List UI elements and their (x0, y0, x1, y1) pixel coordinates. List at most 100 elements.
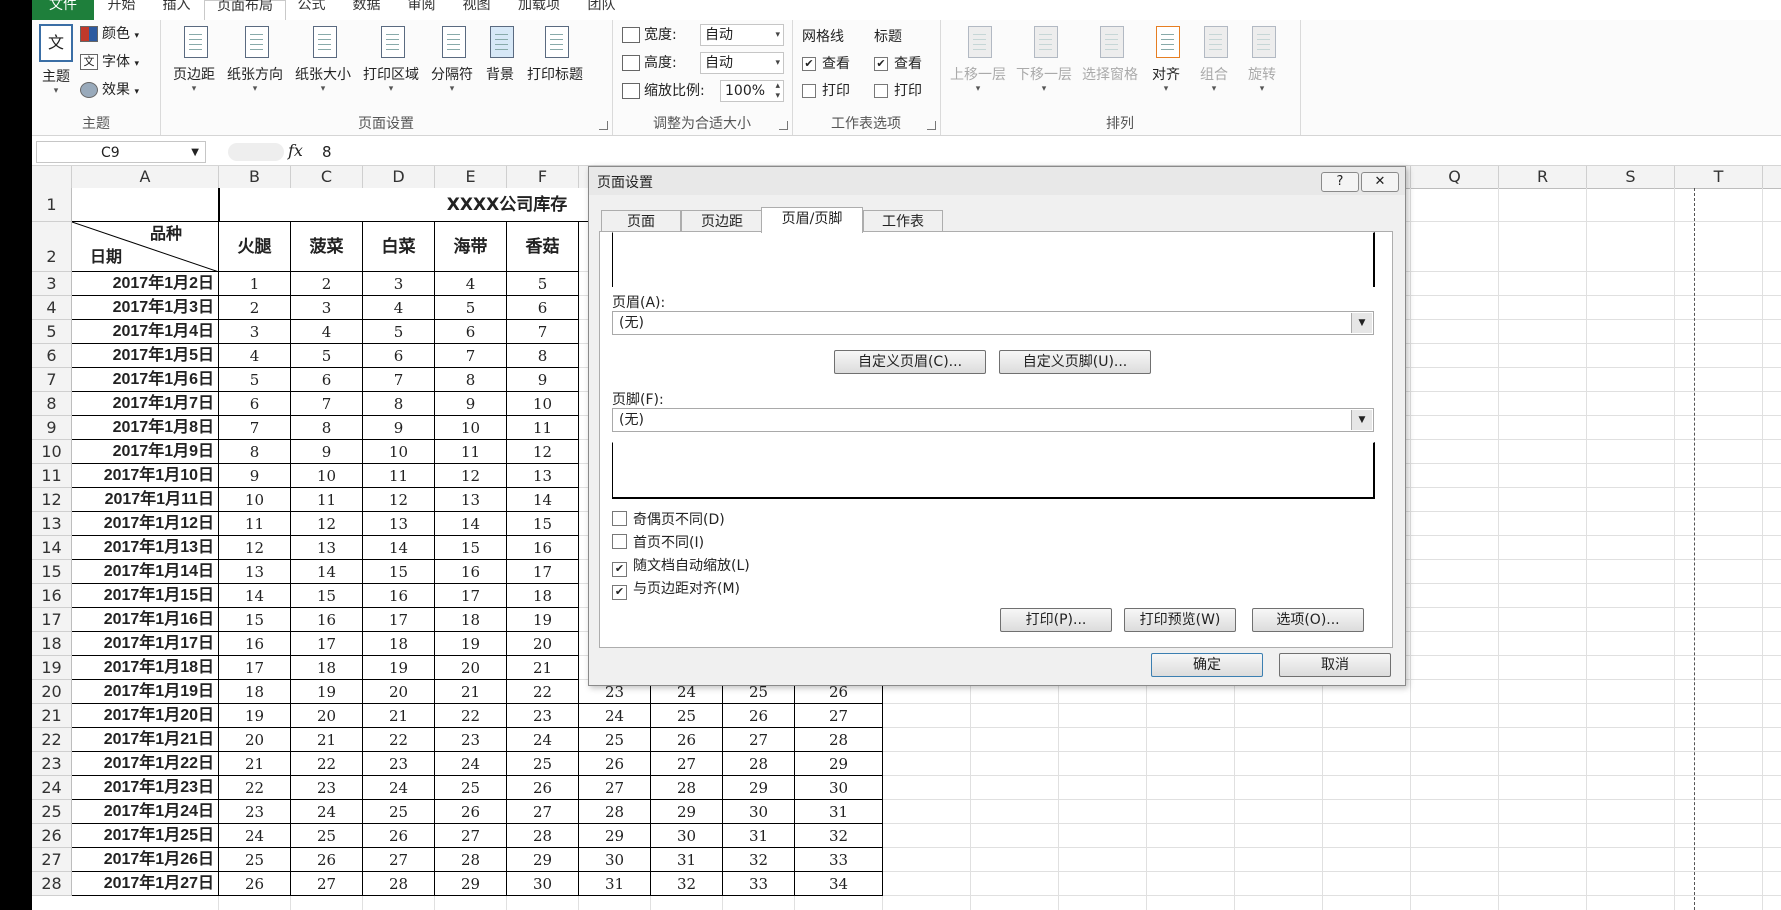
value-cell[interactable]: 25 (507, 752, 579, 776)
date-cell[interactable]: 2017年1月21日 (72, 728, 219, 752)
value-cell[interactable]: 17 (363, 608, 435, 632)
value-cell[interactable]: 33 (723, 872, 795, 896)
value-cell[interactable]: 8 (435, 368, 507, 392)
value-cell[interactable]: 27 (507, 800, 579, 824)
scale-with-doc-checkbox[interactable]: ✔ 随文档自动缩放(L) (612, 557, 750, 577)
value-cell[interactable]: 25 (651, 704, 723, 728)
tab-insert[interactable]: 插入 (149, 0, 204, 20)
value-cell[interactable]: 31 (651, 848, 723, 872)
name-box[interactable]: C9 ▼ (36, 141, 206, 163)
print-area-button[interactable]: 打印区域 ▾ (358, 24, 424, 94)
date-cell[interactable]: 2017年1月14日 (72, 560, 219, 584)
tab-team[interactable]: 团队 (574, 0, 629, 20)
value-cell[interactable]: 29 (579, 824, 651, 848)
value-cell[interactable]: 19 (219, 704, 291, 728)
value-cell[interactable]: 23 (363, 752, 435, 776)
value-cell[interactable]: 20 (291, 704, 363, 728)
headings-print-checkbox[interactable]: 打印 (874, 80, 922, 102)
date-cell[interactable]: 2017年1月7日 (72, 392, 219, 416)
date-cell[interactable]: 2017年1月27日 (72, 872, 219, 896)
value-cell[interactable]: 17 (219, 656, 291, 680)
value-cell[interactable]: 28 (579, 800, 651, 824)
value-cell[interactable]: 5 (435, 296, 507, 320)
row-header[interactable]: 17 (32, 608, 72, 632)
row-header[interactable]: 11 (32, 464, 72, 488)
value-cell[interactable]: 31 (579, 872, 651, 896)
value-cell[interactable]: 22 (507, 680, 579, 704)
cell[interactable] (72, 188, 219, 222)
value-cell[interactable]: 27 (291, 872, 363, 896)
value-cell[interactable]: 2 (291, 272, 363, 296)
column-header-D[interactable]: D (363, 166, 435, 188)
value-cell[interactable]: 7 (291, 392, 363, 416)
value-cell[interactable]: 22 (291, 752, 363, 776)
select-all-corner[interactable] (32, 166, 72, 188)
value-cell[interactable]: 3 (291, 296, 363, 320)
selection-pane-button[interactable]: 选择窗格 (1078, 24, 1142, 84)
themes-button[interactable]: 文 主题 ▾ (36, 24, 76, 96)
value-cell[interactable]: 18 (363, 632, 435, 656)
cancel-button[interactable]: 取消 (1279, 653, 1391, 677)
value-cell[interactable]: 13 (291, 536, 363, 560)
row-header[interactable]: 13 (32, 512, 72, 536)
value-cell[interactable]: 29 (651, 800, 723, 824)
value-cell[interactable]: 9 (435, 392, 507, 416)
value-cell[interactable]: 12 (507, 440, 579, 464)
date-cell[interactable]: 2017年1月6日 (72, 368, 219, 392)
value-cell[interactable]: 17 (507, 560, 579, 584)
value-cell[interactable]: 29 (795, 752, 883, 776)
rotate-button[interactable]: 旋转 ▾ (1240, 24, 1284, 94)
odd-even-checkbox[interactable]: 奇偶页不同(D) (612, 511, 725, 529)
page-setup-launcher-icon[interactable] (599, 121, 608, 130)
date-cell[interactable]: 2017年1月13日 (72, 536, 219, 560)
size-button[interactable]: 纸张大小 ▾ (290, 24, 356, 94)
value-cell[interactable]: 16 (435, 560, 507, 584)
value-cell[interactable]: 22 (435, 704, 507, 728)
value-cell[interactable]: 22 (219, 776, 291, 800)
corner-cell[interactable]: 品种 日期 (72, 222, 219, 272)
print-titles-button[interactable]: 打印标题 (522, 24, 588, 84)
value-cell[interactable]: 16 (507, 536, 579, 560)
row-header[interactable]: 26 (32, 824, 72, 848)
value-cell[interactable]: 24 (579, 704, 651, 728)
value-cell[interactable]: 10 (435, 416, 507, 440)
row-header[interactable]: 23 (32, 752, 72, 776)
value-cell[interactable]: 25 (363, 800, 435, 824)
value-cell[interactable]: 11 (435, 440, 507, 464)
options-button[interactable]: 选项(O)... (1252, 608, 1364, 632)
column-header-F[interactable]: F (507, 166, 579, 188)
row-header[interactable]: 5 (32, 320, 72, 344)
date-cell[interactable]: 2017年1月22日 (72, 752, 219, 776)
value-cell[interactable]: 25 (435, 776, 507, 800)
value-cell[interactable]: 15 (363, 560, 435, 584)
row-header[interactable]: 1 (32, 188, 72, 222)
value-cell[interactable]: 4 (363, 296, 435, 320)
date-cell[interactable]: 2017年1月9日 (72, 440, 219, 464)
value-cell[interactable]: 24 (435, 752, 507, 776)
value-cell[interactable]: 30 (795, 776, 883, 800)
value-cell[interactable]: 27 (579, 776, 651, 800)
value-cell[interactable]: 3 (219, 320, 291, 344)
value-cell[interactable]: 25 (291, 824, 363, 848)
value-cell[interactable]: 11 (507, 416, 579, 440)
row-header[interactable]: 25 (32, 800, 72, 824)
value-cell[interactable]: 31 (795, 800, 883, 824)
align-button[interactable]: 对齐 ▾ (1144, 24, 1188, 94)
value-cell[interactable]: 20 (507, 632, 579, 656)
width-combo[interactable]: 自动 ▾ (700, 24, 784, 46)
value-cell[interactable]: 18 (435, 608, 507, 632)
value-cell[interactable]: 19 (435, 632, 507, 656)
row-header[interactable]: 18 (32, 632, 72, 656)
value-cell[interactable]: 31 (723, 824, 795, 848)
value-cell[interactable]: 29 (435, 872, 507, 896)
value-cell[interactable]: 28 (435, 848, 507, 872)
value-cell[interactable]: 14 (363, 536, 435, 560)
value-cell[interactable]: 7 (507, 320, 579, 344)
close-button[interactable]: ✕ (1361, 172, 1399, 192)
value-cell[interactable]: 14 (507, 488, 579, 512)
value-cell[interactable]: 27 (795, 704, 883, 728)
tab-sheet[interactable]: 工作表 (863, 210, 943, 233)
value-cell[interactable]: 5 (507, 272, 579, 296)
row-header[interactable]: 15 (32, 560, 72, 584)
value-cell[interactable]: 7 (435, 344, 507, 368)
